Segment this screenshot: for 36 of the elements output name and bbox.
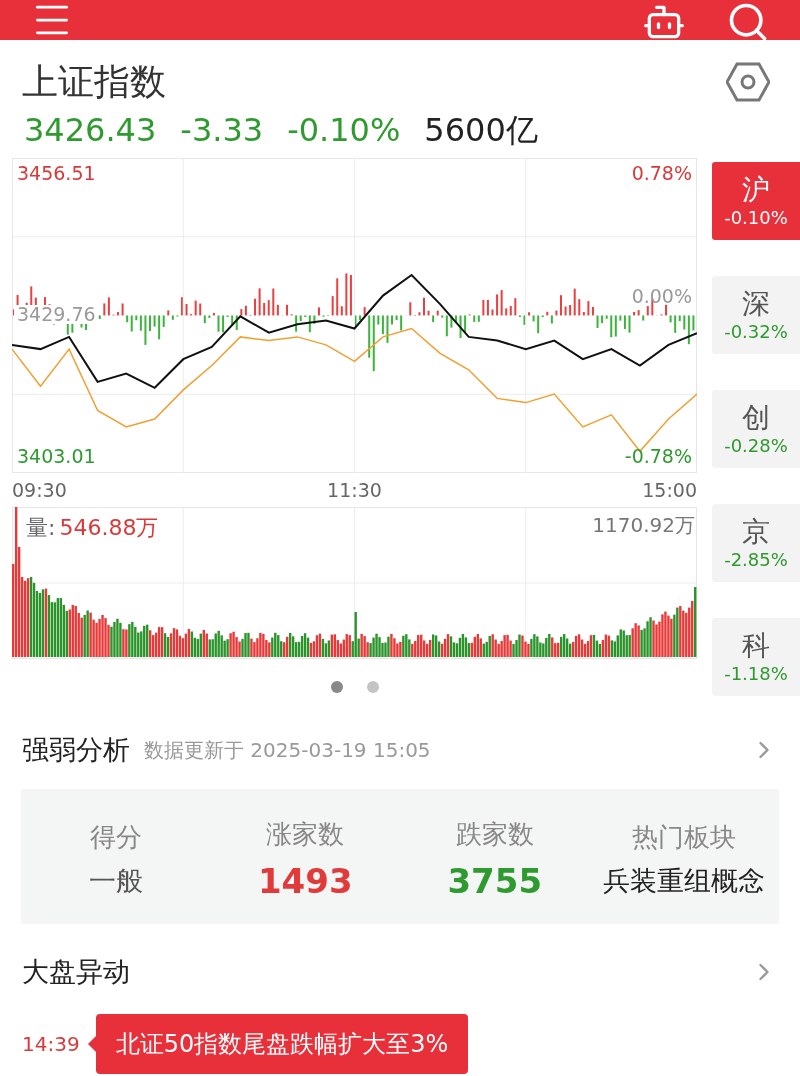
- event-bubble[interactable]: 北证50指数尾盘跌幅扩大至3%: [95, 1014, 469, 1074]
- index-change-percent: -0.10%: [287, 114, 401, 146]
- time-axis-label: 15:00: [642, 477, 697, 503]
- stat-label: 热门板块: [632, 821, 737, 854]
- settings-icon[interactable]: [726, 62, 770, 102]
- market-tab[interactable]: 创 -0.28%: [712, 390, 800, 468]
- index-price: 3426.43: [24, 114, 157, 146]
- turnover-value: 5600亿: [424, 114, 538, 146]
- y-axis-label: 3429.76: [16, 305, 97, 325]
- event-text: 北证50指数尾盘跌幅扩大至3%: [115, 1029, 449, 1060]
- stat-label: 涨家数: [266, 817, 345, 851]
- section-title: 大盘异动: [22, 954, 130, 989]
- y-axis-label: 3456.51: [16, 163, 97, 183]
- section-title: 强弱分析: [22, 733, 130, 767]
- index-name: 上证指数: [22, 64, 166, 100]
- stat-value: 3755: [447, 863, 543, 898]
- event-time: 14:39: [22, 1031, 80, 1058]
- time-axis-label: 11:30: [327, 477, 382, 503]
- percent-label: 0.00%: [630, 287, 693, 307]
- market-tab[interactable]: 沪 -0.10%: [712, 162, 800, 240]
- percent-label: -0.78%: [623, 447, 693, 466]
- time-axis-label: 09:30: [12, 477, 67, 503]
- stat-value: 兵装重组概念: [603, 867, 766, 894]
- stat-value: 1493: [257, 863, 353, 898]
- market-tab[interactable]: 深 -0.32%: [712, 276, 800, 354]
- volume-label: 量:: [26, 517, 56, 539]
- volume-value: 546.88万: [59, 517, 159, 539]
- market-tab[interactable]: 科 -1.18%: [712, 618, 800, 696]
- index-change: -3.33: [180, 114, 264, 146]
- stat-label: 得分: [89, 821, 142, 854]
- update-time: 数据更新于 2025-03-19 15:05: [144, 737, 431, 765]
- volume-max-label: 1170.92万: [592, 515, 695, 535]
- stat-value: 一般: [88, 867, 143, 894]
- market-tab[interactable]: 京 -2.85%: [712, 504, 800, 582]
- percent-label: 0.78%: [630, 164, 693, 183]
- stat-label: 跌家数: [455, 817, 534, 851]
